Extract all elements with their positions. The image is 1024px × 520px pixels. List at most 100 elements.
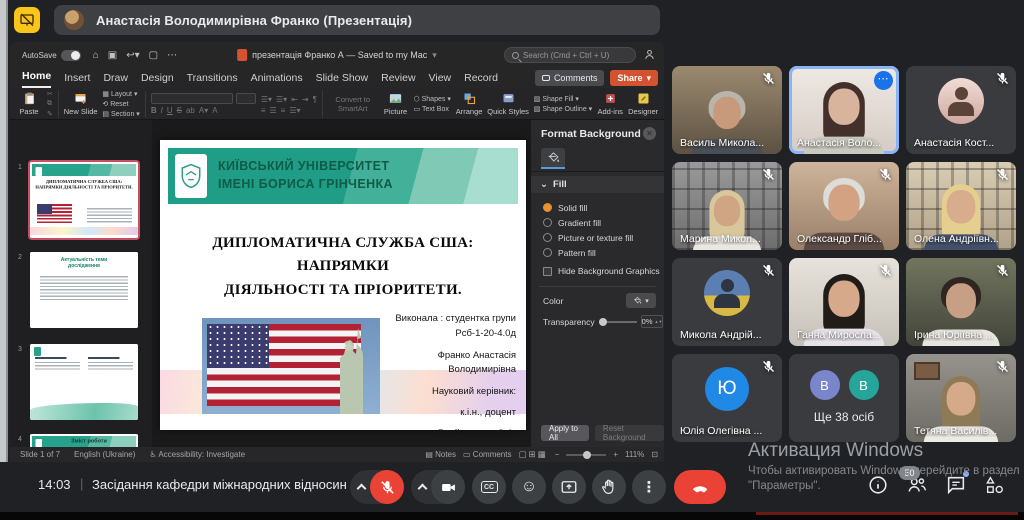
language-button[interactable]: English (Ukraine): [74, 450, 135, 459]
share-user-icon[interactable]: [643, 48, 656, 66]
zoom-level[interactable]: 111%: [625, 450, 644, 459]
mic-muted-button[interactable]: [370, 470, 404, 504]
participant-tile-4[interactable]: Марина Микол...: [672, 162, 782, 250]
zoom-in-icon[interactable]: +: [613, 450, 618, 459]
radio-icon: [543, 248, 552, 257]
participant-tile-7[interactable]: Микола Андрій...: [672, 258, 782, 346]
new-slide-button[interactable]: New Slide: [64, 91, 98, 116]
undo-icon[interactable]: ↩▾: [126, 50, 139, 61]
accessibility-status[interactable]: ♿ Accessibility: Investigate: [149, 450, 245, 459]
add-ins-button[interactable]: Add-ins: [597, 91, 623, 116]
tab-view[interactable]: View: [429, 72, 452, 88]
tab-draw[interactable]: Draw: [103, 72, 128, 88]
shape-outline-button[interactable]: ▧ Shape Outline ▾: [534, 105, 592, 113]
tab-insert[interactable]: Insert: [64, 72, 90, 88]
cut-icon[interactable]: ✂: [47, 90, 53, 98]
captions-button[interactable]: CC: [472, 470, 506, 504]
section-button[interactable]: ▤ Section ▾: [102, 110, 139, 118]
comments-button[interactable]: Comments: [535, 70, 605, 86]
raise-hand-button[interactable]: [592, 470, 626, 504]
text-box-button[interactable]: ▭ Text Box: [414, 105, 451, 113]
document-title[interactable]: презентація Франко А — Saved to my Mac ▾: [237, 42, 437, 68]
share-button[interactable]: Share ▾: [610, 70, 658, 86]
more-options-button[interactable]: ⋮: [632, 470, 666, 504]
fill-option-solid-fill[interactable]: Solid fill: [543, 200, 660, 215]
picture-button[interactable]: Picture: [383, 91, 409, 116]
slide-1-main[interactable]: КИЇВСЬКИЙ УНІВЕРСИТЕТ ІМЕНІ БОРИСА ГРІНЧ…: [160, 140, 526, 430]
fill-option-pattern-fill[interactable]: Pattern fill: [543, 245, 660, 260]
shape-fill-button[interactable]: ▨ Shape Fill ▾: [534, 95, 592, 103]
tab-review[interactable]: Review: [381, 72, 415, 88]
apply-to-all-button[interactable]: Apply to All: [541, 425, 589, 441]
hide-background-checkbox[interactable]: Hide Background Graphics: [543, 266, 660, 276]
thumb-banner: [32, 164, 136, 176]
fill-section-header[interactable]: ⌄ Fill: [531, 176, 664, 193]
present-button[interactable]: [552, 470, 586, 504]
shapes-button[interactable]: ⬡ Shapes ▾: [414, 95, 451, 103]
reset-background-button[interactable]: Reset Background: [595, 425, 664, 441]
transparency-slider[interactable]: [599, 321, 637, 323]
participant-tile-12[interactable]: Тетяна Василів...: [906, 354, 1016, 442]
camera-options-chevron-icon[interactable]: [418, 484, 428, 494]
tab-record[interactable]: Record: [464, 72, 498, 88]
participant-tile-8[interactable]: Ганна Миросла...: [789, 258, 899, 346]
home-icon[interactable]: ⌂: [93, 50, 99, 61]
fill-option-picture-or-texture-fill[interactable]: Picture or texture fill: [543, 230, 660, 245]
tile-options-icon[interactable]: ⋯: [874, 71, 893, 90]
tab-design[interactable]: Design: [141, 72, 174, 88]
tab-transitions[interactable]: Transitions: [187, 72, 238, 88]
camera-button[interactable]: [431, 470, 465, 504]
participant-tile-6[interactable]: Олена Андріївн...: [906, 162, 1016, 250]
list-buttons[interactable]: ☰▾☰▾⇤⇥¶: [261, 95, 317, 104]
paste-button[interactable]: Paste: [16, 91, 42, 116]
designer-button[interactable]: Designer: [628, 91, 658, 116]
close-panel-icon[interactable]: ✕: [643, 127, 656, 140]
autosave-toggle[interactable]: AutoSave: [22, 50, 81, 61]
transparency-value[interactable]: 0% ▲▼: [641, 315, 664, 328]
view-switcher-icons[interactable]: ▢⊞▦: [518, 449, 547, 460]
presenting-indicator[interactable]: [14, 7, 40, 33]
comments-toggle-button[interactable]: ▭ Comments: [463, 450, 511, 459]
zoom-out-icon[interactable]: −: [555, 450, 560, 459]
participant-tile-9[interactable]: Ірина Юріївна ...: [906, 258, 1016, 346]
copy-icon[interactable]: ⧉: [47, 100, 53, 108]
more-commands-icon[interactable]: ⋯: [167, 50, 177, 61]
font-format-buttons[interactable]: BIUSabA▾A: [151, 106, 256, 115]
align-buttons[interactable]: ≡☰≡☰▾: [261, 106, 317, 115]
fill-tab[interactable]: [541, 148, 565, 169]
tab-animations[interactable]: Animations: [251, 72, 303, 88]
stepper-icons[interactable]: ▲▼: [655, 320, 663, 323]
save-icon[interactable]: ▣: [108, 50, 117, 61]
notes-button[interactable]: ▤ Notes: [425, 450, 456, 459]
tab-slide-show[interactable]: Slide Show: [316, 72, 369, 88]
fill-option-gradient-fill[interactable]: Gradient fill: [543, 215, 660, 230]
format-painter-icon[interactable]: ✎: [47, 110, 53, 118]
clipboard-small-buttons[interactable]: ✂ ⧉ ✎: [47, 90, 53, 118]
participant-tile-1[interactable]: Василь Микола...: [672, 66, 782, 154]
mic-options-chevron-icon[interactable]: [357, 484, 367, 494]
slide-thumbnail-3[interactable]: [30, 344, 138, 420]
layout-button[interactable]: ▦ Layout ▾: [102, 90, 139, 98]
tab-home[interactable]: Home: [22, 70, 51, 88]
participant-tile-11[interactable]: ВВЩе 38 осіб: [789, 354, 899, 442]
zoom-slider[interactable]: [566, 454, 606, 456]
color-picker-button[interactable]: ▾: [626, 293, 656, 308]
participant-tile-3[interactable]: Анастасія Кост...: [906, 66, 1016, 154]
quick-styles-button[interactable]: Quick Styles: [487, 91, 528, 116]
slide-thumbnail-2[interactable]: Актуальність теми дослідження: [30, 252, 138, 328]
arrange-button[interactable]: Arrange: [456, 91, 483, 116]
font-name-select[interactable]: [151, 93, 233, 104]
participant-tile-2[interactable]: Анастасія Воло...⋯: [789, 66, 899, 154]
convert-smartart-button[interactable]: Convert to SmartArt: [328, 95, 378, 113]
slide-thumbnail-1[interactable]: ДИПЛОМАТИЧНА СЛУЖБА США: НАПРЯМКИ ДІЯЛЬН…: [30, 162, 138, 238]
fit-slide-icon[interactable]: ⊡: [651, 450, 658, 459]
participant-tile-10[interactable]: ЮЮлія Олегівна ...: [672, 354, 782, 442]
font-size-select[interactable]: [236, 93, 256, 104]
leave-call-button[interactable]: [674, 470, 726, 504]
reactions-button[interactable]: ☺: [512, 470, 546, 504]
print-icon[interactable]: ▢: [149, 50, 158, 61]
reset-button[interactable]: ⟲ Reset: [102, 100, 139, 108]
search-input[interactable]: Search (Cmd + Ctrl + U): [504, 47, 636, 63]
slide-thumbnail-4[interactable]: Зміст роботиРозділ 1. Теоретико-методоло…: [30, 434, 138, 447]
participant-tile-5[interactable]: Олександр Гліб...: [789, 162, 899, 250]
